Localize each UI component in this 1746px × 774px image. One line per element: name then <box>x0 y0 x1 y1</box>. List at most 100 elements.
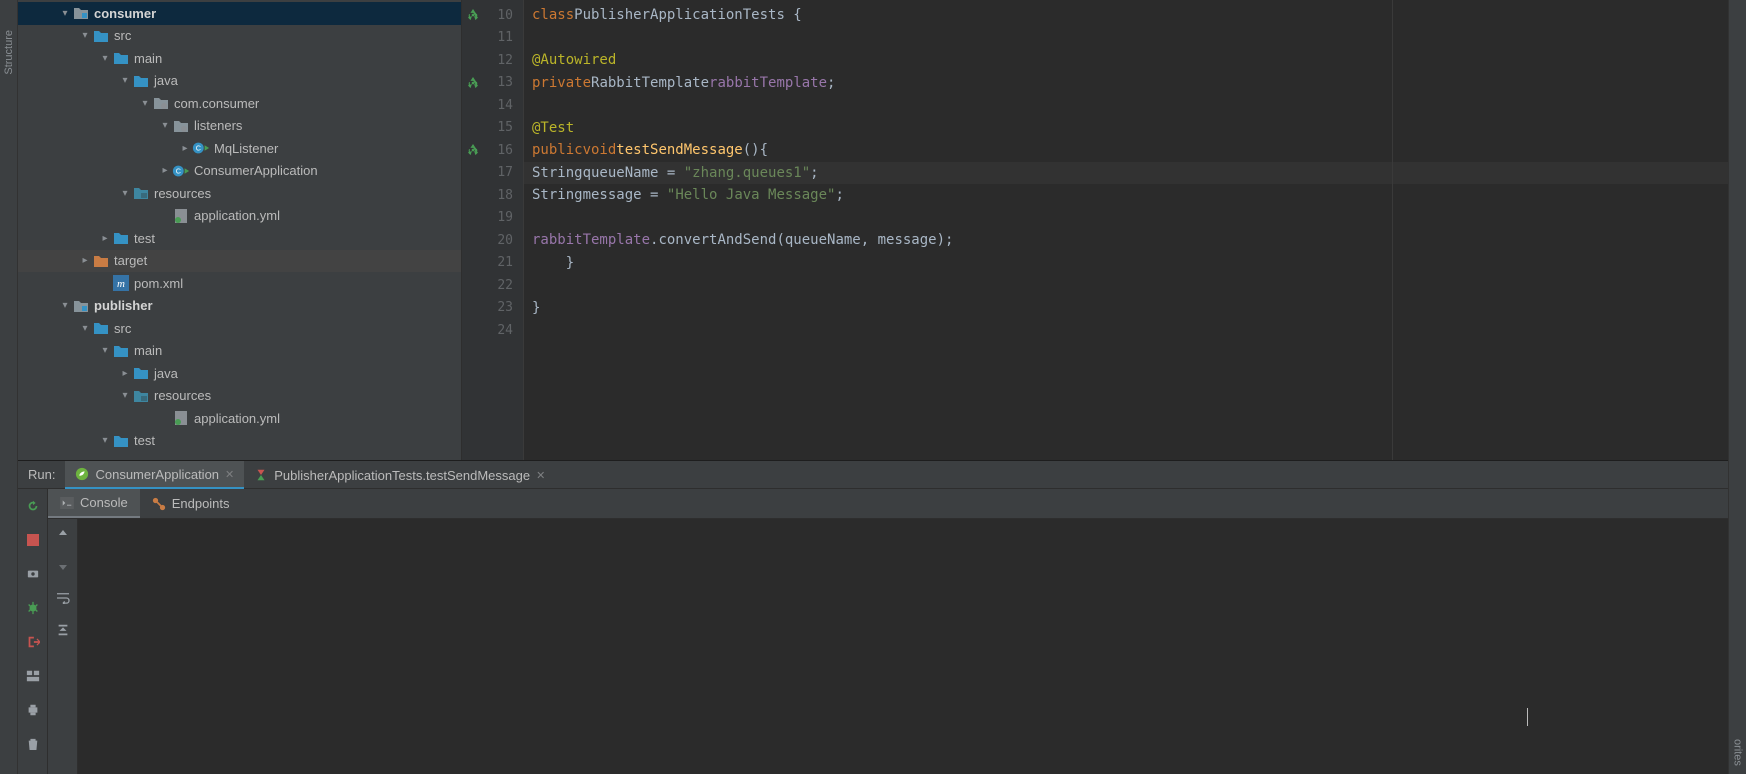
editor-content[interactable]: class PublisherApplicationTests { @Autow… <box>524 0 1728 460</box>
tree-item-com-consumer[interactable]: ▾ com.consumer <box>18 92 461 115</box>
code-line[interactable]: @Autowired <box>524 49 1728 72</box>
tree-item-mqlistener[interactable]: ▸CMqListener <box>18 137 461 160</box>
code-line[interactable]: @Test <box>524 117 1728 140</box>
code-line[interactable]: } <box>524 252 1728 275</box>
code-line[interactable]: String message = "Hello Java Message"; <box>524 184 1728 207</box>
chevron-down-icon[interactable]: ▾ <box>58 8 72 19</box>
run-tab-label: PublisherApplicationTests.testSendMessag… <box>274 468 530 483</box>
tree-item-consumerapplication[interactable]: ▸CConsumerApplication <box>18 160 461 183</box>
tree-item-test[interactable]: ▸test <box>18 227 461 250</box>
chevron-down-icon[interactable]: ▾ <box>118 75 132 86</box>
close-icon[interactable]: ✕ <box>225 468 234 481</box>
console-icon <box>60 497 74 509</box>
code-line[interactable] <box>524 94 1728 117</box>
layout-button[interactable] <box>22 665 44 687</box>
tree-item-test[interactable]: ▾test <box>18 430 461 453</box>
structure-tool-button[interactable]: Structure <box>3 30 15 75</box>
editor-gutter: 101112131415161718192021222324 <box>462 0 524 460</box>
tree-item-target[interactable]: ▸target <box>18 250 461 273</box>
tree-item-label: resources <box>154 388 211 403</box>
run-tab-consumerapplication[interactable]: ConsumerApplication✕ <box>65 461 244 489</box>
soft-wrap-button[interactable] <box>52 587 74 609</box>
run-tab-publisherapplicationtests-testsendmessage[interactable]: PublisherApplicationTests.testSendMessag… <box>244 461 555 489</box>
gutter-line: 13 <box>462 72 523 95</box>
folder-blue-icon <box>112 230 130 246</box>
chevron-down-icon[interactable]: ▾ <box>118 390 132 401</box>
chevron-down-icon[interactable]: ▾ <box>98 53 112 64</box>
tree-item-resources[interactable]: ▾resources <box>18 182 461 205</box>
console-output[interactable] <box>78 519 1728 774</box>
folder-blue-icon <box>112 343 130 359</box>
subtab-endpoints[interactable]: Endpoints <box>140 489 242 518</box>
rerun-button[interactable] <box>22 495 44 517</box>
tree-item-application-yml[interactable]: application.yml <box>18 205 461 228</box>
tree-item-main[interactable]: ▾main <box>18 340 461 363</box>
code-line[interactable] <box>524 207 1728 230</box>
tree-item-src[interactable]: ▾src <box>18 25 461 48</box>
exit-button[interactable] <box>22 631 44 653</box>
stop-button[interactable] <box>22 529 44 551</box>
tree-item-listeners[interactable]: ▾listeners <box>18 115 461 138</box>
module-icon <box>72 298 90 314</box>
code-line[interactable] <box>524 319 1728 342</box>
code-line[interactable]: private RabbitTemplate rabbitTemplate; <box>524 72 1728 95</box>
code-line[interactable]: rabbitTemplate.convertAndSend(queueName,… <box>524 229 1728 252</box>
tree-item-src[interactable]: ▾src <box>18 317 461 340</box>
attach-debugger-button[interactable] <box>22 597 44 619</box>
chevron-down-icon[interactable]: ▾ <box>138 98 152 109</box>
recycle-icon[interactable] <box>466 143 480 157</box>
scroll-to-end-button[interactable] <box>52 619 74 641</box>
code-line[interactable]: } <box>524 297 1728 320</box>
tree-item-label: java <box>154 366 178 381</box>
gutter-line: 20 <box>462 229 523 252</box>
recycle-icon[interactable] <box>466 76 480 90</box>
chevron-down-icon[interactable]: ▾ <box>98 435 112 446</box>
chevron-down-icon[interactable]: ▾ <box>78 30 92 41</box>
recycle-icon[interactable] <box>466 8 480 22</box>
code-editor[interactable]: 101112131415161718192021222324 class Pub… <box>462 0 1728 460</box>
folder-blue-icon <box>132 365 150 381</box>
chevron-down-icon[interactable]: ▾ <box>78 323 92 334</box>
chevron-down-icon[interactable]: ▾ <box>118 188 132 199</box>
tree-item-label: com.consumer <box>174 96 259 111</box>
chevron-right-icon[interactable]: ▸ <box>98 233 112 244</box>
package-icon <box>152 95 170 111</box>
code-line[interactable] <box>524 27 1728 50</box>
code-line[interactable]: class PublisherApplicationTests { <box>524 4 1728 27</box>
project-tree-panel[interactable]: ▾consumer▾src▾main▾java▾com.consumer▾lis… <box>18 0 462 460</box>
gutter-line: 22 <box>462 274 523 297</box>
subtab-console[interactable]: Console <box>48 489 140 518</box>
tree-item-application-yml[interactable]: application.yml <box>18 407 461 430</box>
favorites-tool-button[interactable]: orites <box>1732 739 1744 766</box>
chevron-down-icon[interactable]: ▾ <box>158 120 172 131</box>
code-line[interactable]: public void testSendMessage(){ <box>524 139 1728 162</box>
chevron-down-icon[interactable]: ▾ <box>58 300 72 311</box>
tree-item-java[interactable]: ▸ java <box>18 362 461 385</box>
gutter-line: 11 <box>462 27 523 50</box>
print-button[interactable] <box>22 699 44 721</box>
tree-item-consumer[interactable]: ▾consumer <box>18 2 461 25</box>
text-cursor <box>1527 708 1528 726</box>
left-tool-stripe: Structure <box>0 0 18 774</box>
tree-item-main[interactable]: ▾main <box>18 47 461 70</box>
code-line[interactable]: String queueName = "zhang.queues1"; <box>524 162 1728 185</box>
tree-item-publisher[interactable]: ▾publisher <box>18 295 461 318</box>
chevron-right-icon[interactable]: ▸ <box>178 143 192 154</box>
chevron-down-icon[interactable]: ▾ <box>98 345 112 356</box>
tree-item-resources[interactable]: ▾ resources <box>18 385 461 408</box>
chevron-right-icon[interactable]: ▸ <box>118 368 132 379</box>
scroll-down-button[interactable] <box>52 555 74 577</box>
scroll-up-button[interactable] <box>52 523 74 545</box>
gutter-line: 10 <box>462 4 523 27</box>
spring-icon <box>75 467 89 481</box>
dump-threads-button[interactable] <box>22 563 44 585</box>
delete-button[interactable] <box>22 733 44 755</box>
code-line[interactable] <box>524 274 1728 297</box>
test-icon <box>254 468 268 482</box>
close-icon[interactable]: ✕ <box>536 469 545 482</box>
tree-item-java[interactable]: ▾java <box>18 70 461 93</box>
chevron-right-icon[interactable]: ▸ <box>78 255 92 266</box>
gutter-line: 15 <box>462 117 523 140</box>
tree-item-pom-xml[interactable]: mpom.xml <box>18 272 461 295</box>
chevron-right-icon[interactable]: ▸ <box>158 165 172 176</box>
